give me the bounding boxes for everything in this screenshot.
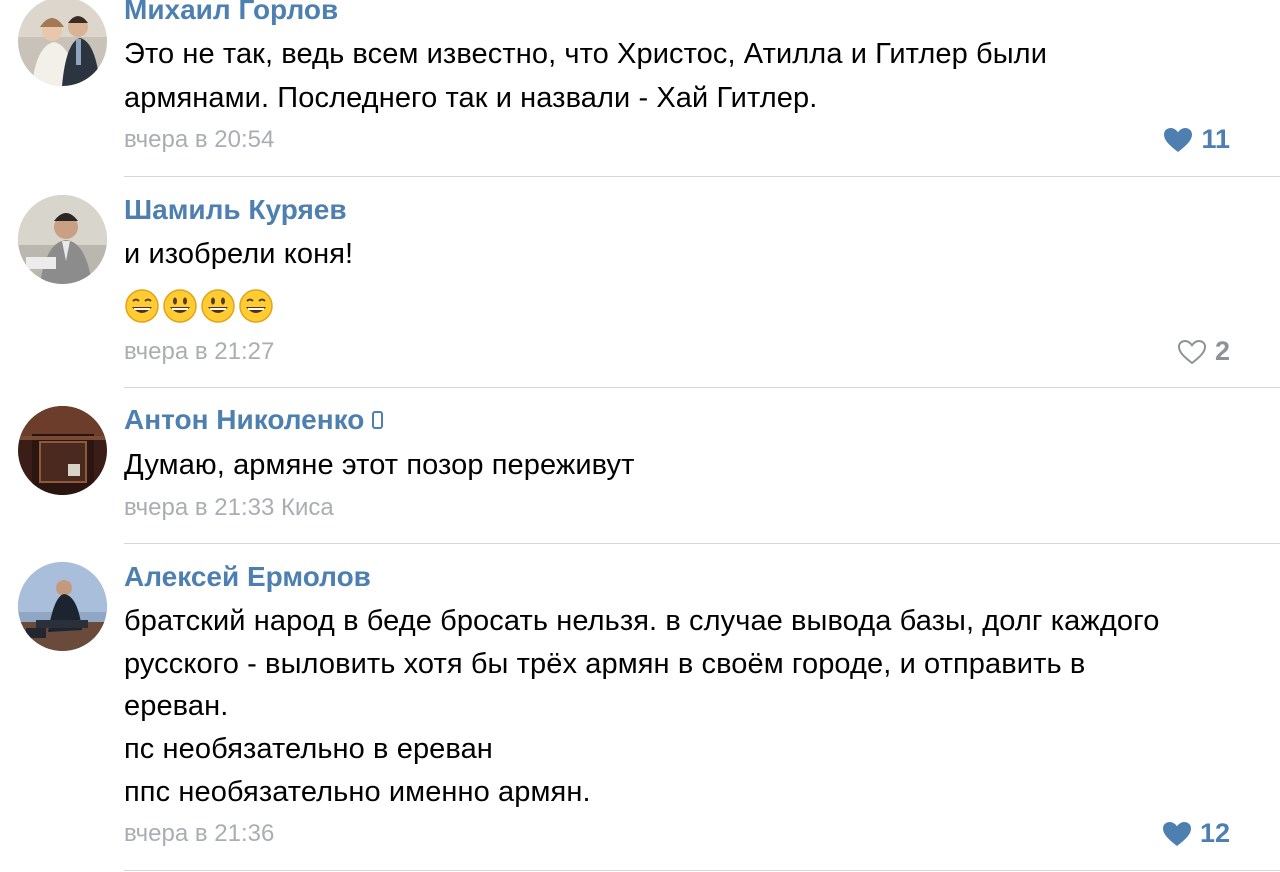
comment-timestamp: вчера в 21:27 [124,338,275,365]
grinning-face-icon [239,289,273,323]
comment-text: ереван. [124,690,229,722]
comment-text: Думаю, армяне этот позор переживут [124,449,635,481]
heart-outline-icon [1177,339,1206,364]
comment-text: русского - выловить хотя бы трёх армян в… [124,648,1086,680]
like-button[interactable]: 11 [1163,124,1230,155]
avatar[interactable] [18,195,107,284]
like-count: 12 [1199,818,1230,848]
divider [124,543,1280,544]
comment-timestamp: вчера в 20:54 [124,126,275,153]
avatar[interactable] [18,562,107,651]
heart-filled-icon [1162,821,1191,846]
comment-text: пс необязательно в ереван [124,733,493,765]
comment-text: Это не так, ведь всем известно, что Хрис… [124,38,1048,70]
comment-timestamp: вчера в 21:36 [124,820,275,847]
comment-text: и изобрели коня! [124,238,354,270]
comment-author[interactable]: Алексей Ермолов [124,561,371,593]
avatar[interactable] [18,406,107,495]
comments-feed: Михаил Горлов Это не так, ведь всем изве… [0,0,1280,872]
comment-text: ппс необязательно именно армян. [124,776,591,808]
divider [124,870,1280,871]
like-button[interactable]: 12 [1162,818,1230,849]
emoji-row [124,288,274,324]
divider [124,387,1280,388]
heart-filled-icon [1164,127,1193,152]
comment-text: братский народ в беде бросать нельзя. в … [124,605,1160,637]
smiling-face-icon [163,289,197,323]
author-name: Антон Николенко [124,404,365,435]
grinning-face-icon [125,289,159,323]
like-count: 2 [1214,336,1230,366]
comment-text: армянами. Последнего так и назвали - Хай… [124,82,818,114]
comment-author[interactable]: Михаил Горлов [124,0,338,26]
avatar[interactable] [18,0,107,86]
mobile-phone-icon [372,410,384,429]
like-count: 11 [1201,124,1230,154]
comment-author[interactable]: Шамиль Куряев [124,194,347,226]
smiling-face-icon [201,289,235,323]
like-button[interactable]: 2 [1177,336,1230,367]
comment-author[interactable]: Антон Николенко [124,404,384,436]
divider [124,176,1280,177]
comment-timestamp: вчера в 21:33 Киса [124,494,334,521]
